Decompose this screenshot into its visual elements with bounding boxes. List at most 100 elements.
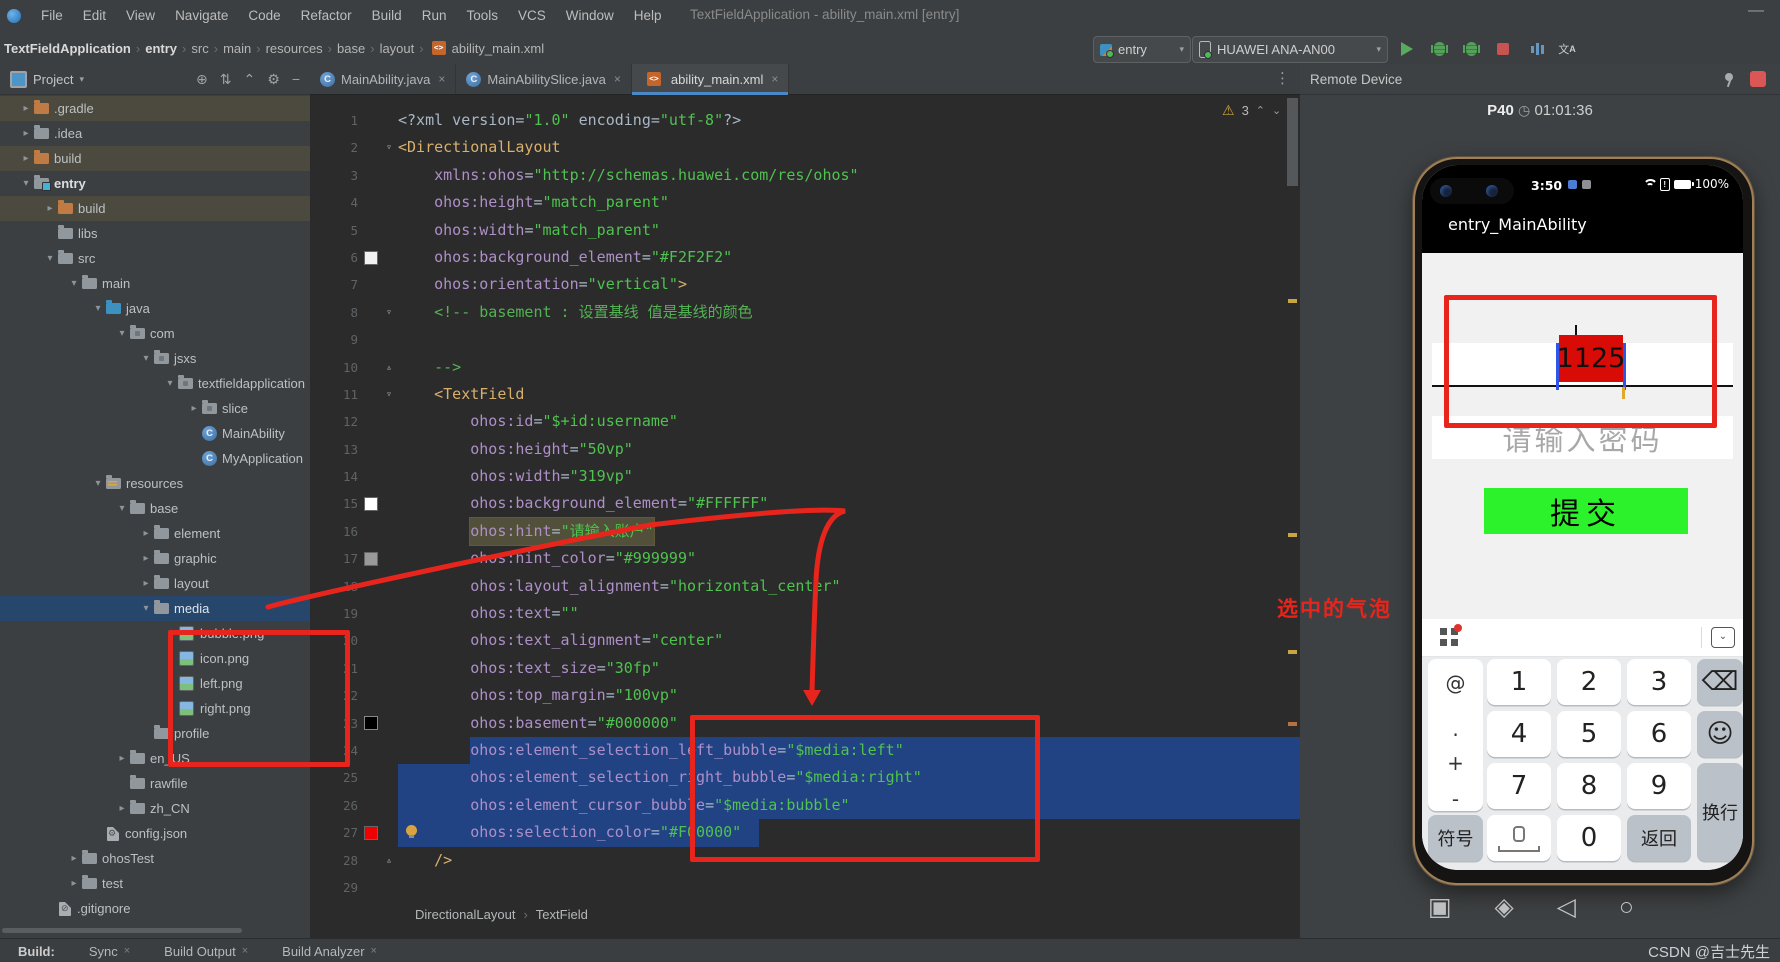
breadcrumb-item[interactable]: entry	[143, 41, 179, 56]
tree-item-src[interactable]: ▾src	[0, 246, 310, 271]
tree-item-layout[interactable]: ▸layout	[0, 571, 310, 596]
tree-expand-icon[interactable]: ▸	[20, 153, 32, 164]
username-field[interactable]: 1125	[1432, 343, 1733, 387]
submit-button[interactable]: 提交	[1484, 488, 1688, 534]
tree-collapse-icon[interactable]: ▾	[92, 303, 104, 314]
breadcrumb-item[interactable]: main	[221, 41, 253, 56]
tree-item-config.json[interactable]: config.json	[0, 821, 310, 846]
key-space[interactable]	[1487, 815, 1551, 861]
tab-close-icon[interactable]: ×	[124, 945, 130, 957]
code-line[interactable]: 11▿ <TextField	[310, 381, 1300, 408]
warning-stripe-mark[interactable]	[1288, 650, 1297, 654]
key-symbols[interactable]: 符号	[1428, 815, 1483, 861]
tree-item-com[interactable]: ▾com	[0, 321, 310, 346]
code-line[interactable]: 14 ohos:width="319vp"	[310, 463, 1300, 490]
code-line[interactable]: 12 ohos:id="$+id:username"	[310, 408, 1300, 435]
menu-item-refactor[interactable]: Refactor	[292, 0, 361, 32]
tree-expand-icon[interactable]: ▸	[20, 128, 32, 139]
phone-screen[interactable]: 3:50 ! 100% entry_MainAbility	[1422, 165, 1743, 870]
code-line[interactable]: 28▵ />	[310, 847, 1300, 874]
menu-item-file[interactable]: File	[32, 0, 72, 32]
fold-marker-icon[interactable]: ▵	[380, 354, 398, 381]
locate-icon[interactable]: ⊕	[196, 71, 208, 88]
tab-MainAbility-java[interactable]: CMainAbility.java×	[310, 64, 456, 94]
bottom-tab-build-analyzer[interactable]: Build Analyzer×	[282, 944, 377, 959]
menu-item-code[interactable]: Code	[239, 0, 289, 32]
tree-item-build[interactable]: ▸build	[0, 196, 310, 221]
warning-stripe-mark[interactable]	[1288, 533, 1297, 537]
fold-marker-icon[interactable]: ▿	[380, 381, 398, 408]
tree-item-.idea[interactable]: ▸.idea	[0, 121, 310, 146]
tree-item-profile[interactable]: profile	[0, 721, 310, 746]
bottom-tab-sync[interactable]: Sync×	[89, 944, 130, 959]
tree-item-.gitignore[interactable]: .gitignore	[0, 896, 310, 921]
menu-item-view[interactable]: View	[117, 0, 164, 32]
menu-item-navigate[interactable]: Navigate	[166, 0, 237, 32]
tree-expand-icon[interactable]: ▸	[20, 103, 32, 114]
tree-item-entry[interactable]: ▾entry	[0, 171, 310, 196]
symbol-column[interactable]: @.+-	[1428, 659, 1483, 811]
tree-item-.gradle[interactable]: ▸.gradle	[0, 96, 310, 121]
tree-item-libs[interactable]: libs	[0, 221, 310, 246]
tree-item-build[interactable]: ▸build	[0, 146, 310, 171]
code-line[interactable]: 23 ohos:basement="#000000"	[310, 710, 1300, 737]
tab-overflow-menu-icon[interactable]: ⋮	[1275, 69, 1290, 87]
tab-close-icon[interactable]: ×	[438, 72, 445, 86]
breadcrumb-item[interactable]: base	[335, 41, 367, 56]
key-8[interactable]: 8	[1557, 763, 1621, 809]
code-line[interactable]: 13 ohos:height="50vp"	[310, 436, 1300, 463]
tree-expand-icon[interactable]: ▸	[68, 853, 80, 864]
tree-collapse-icon[interactable]: ▾	[140, 353, 152, 364]
tree-item-base[interactable]: ▾base	[0, 496, 310, 521]
bottom-tab-build-output[interactable]: Build Output×	[164, 944, 248, 959]
code-line[interactable]: 26 ohos:element_cursor_bubble="$media:bu…	[310, 792, 1300, 819]
tree-item-main[interactable]: ▾main	[0, 271, 310, 296]
tree-expand-icon[interactable]: ▸	[116, 753, 128, 764]
tree-item-right.png[interactable]: right.png	[0, 696, 310, 721]
tree-collapse-icon[interactable]: ▾	[68, 278, 80, 289]
key-5[interactable]: 5	[1557, 711, 1621, 757]
device-selector[interactable]: HUAWEI ANA-AN00 ▾	[1192, 36, 1388, 63]
code-line[interactable]: 21 ohos:text_size="30fp"	[310, 655, 1300, 682]
tree-collapse-icon[interactable]: ▾	[164, 378, 176, 389]
code-line[interactable]: 2▿<DirectionalLayout	[310, 134, 1300, 161]
editor-scrollbar[interactable]	[1287, 98, 1298, 186]
breadcrumb-item[interactable]: resources	[264, 41, 325, 56]
menu-item-window[interactable]: Window	[557, 0, 623, 32]
tab-close-icon[interactable]: ×	[771, 72, 778, 86]
editor-breadcrumb-item[interactable]: DirectionalLayout	[415, 907, 515, 922]
code-line[interactable]: 5 ohos:width="match_parent"	[310, 217, 1300, 244]
code-line[interactable]: 4 ohos:height="match_parent"	[310, 189, 1300, 216]
fold-marker-icon[interactable]: ▿	[380, 299, 398, 326]
breadcrumb-file[interactable]: ability_main.xml	[450, 41, 546, 56]
tree-collapse-icon[interactable]: ▾	[20, 178, 32, 189]
tree-item-MainAbility[interactable]: CMainAbility	[0, 421, 310, 446]
key-2[interactable]: 2	[1557, 659, 1621, 705]
key-4[interactable]: 4	[1487, 711, 1551, 757]
stop-session-icon[interactable]	[1750, 71, 1766, 87]
code-line[interactable]: 7 ohos:orientation="vertical">	[310, 271, 1300, 298]
code-line[interactable]: 10▵ -->	[310, 354, 1300, 381]
key-symbol-2[interactable]: +	[1428, 751, 1483, 775]
tree-collapse-icon[interactable]: ▾	[140, 603, 152, 614]
tree-expand-icon[interactable]: ▸	[140, 578, 152, 589]
tree-item-test[interactable]: ▸test	[0, 871, 310, 896]
gear-icon[interactable]: ⚙	[267, 71, 280, 88]
tree-expand-icon[interactable]: ▸	[116, 803, 128, 814]
tab-close-icon[interactable]: ×	[242, 945, 248, 957]
tree-collapse-icon[interactable]: ▾	[116, 503, 128, 514]
menu-item-help[interactable]: Help	[625, 0, 671, 32]
collapse-all-icon[interactable]: ⌃	[244, 71, 256, 88]
key-1[interactable]: 1	[1487, 659, 1551, 705]
tree-item-zh_CN[interactable]: ▸zh_CN	[0, 796, 310, 821]
tree-item-icon.png[interactable]: icon.png	[0, 646, 310, 671]
code-line[interactable]: 20 ohos:text_alignment="center"	[310, 627, 1300, 654]
tree-item-jsxs[interactable]: ▾jsxs	[0, 346, 310, 371]
code-line[interactable]: 6 ohos:background_element="#F2F2F2"	[310, 244, 1300, 271]
tree-item-rawfile[interactable]: rawfile	[0, 771, 310, 796]
key-7[interactable]: 7	[1487, 763, 1551, 809]
tree-item-bubble.png[interactable]: bubble.png	[0, 621, 310, 646]
warning-stripe-mark[interactable]	[1288, 722, 1297, 726]
tree-horizontal-scrollbar[interactable]	[2, 928, 242, 933]
tree-item-left.png[interactable]: left.png	[0, 671, 310, 696]
